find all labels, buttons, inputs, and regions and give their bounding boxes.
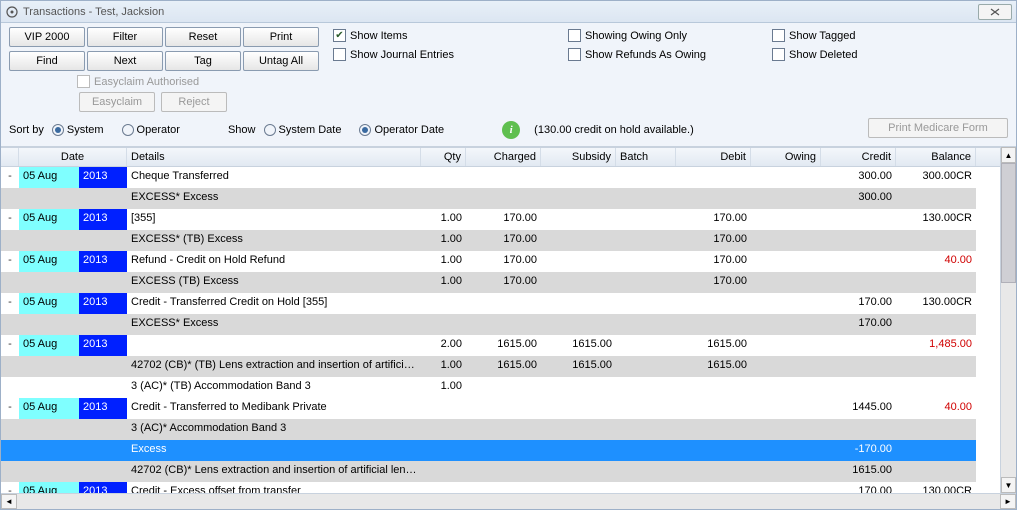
scroll-down-icon[interactable]: ▼ <box>1001 477 1016 493</box>
col-batch[interactable]: Batch <box>616 148 676 166</box>
col-charged[interactable]: Charged <box>466 148 541 166</box>
show-label: Show <box>228 124 256 136</box>
sort-operator-radio[interactable]: Operator <box>122 124 180 136</box>
window-title: Transactions - Test, Jacksion <box>23 6 978 18</box>
show-refunds-check[interactable]: Show Refunds As Owing <box>568 48 706 61</box>
credit-hold-text: (130.00 credit on hold available.) <box>534 124 694 136</box>
table-row[interactable]: EXCESS* Excess300.00 <box>1 188 1000 209</box>
print-button[interactable]: Print <box>243 27 319 47</box>
col-debit[interactable]: Debit <box>676 148 751 166</box>
next-button[interactable]: Next <box>87 51 163 71</box>
table-row[interactable]: -05 Aug2013Cheque Transferred300.00300.0… <box>1 167 1000 188</box>
table-row[interactable]: EXCESS (TB) Excess1.00170.00170.00 <box>1 272 1000 293</box>
show-deleted-check[interactable]: Show Deleted <box>772 48 858 61</box>
col-qty[interactable]: Qty <box>421 148 466 166</box>
sortby-label: Sort by <box>9 124 44 136</box>
table-row[interactable]: 3 (AC)* Accommodation Band 3 <box>1 419 1000 440</box>
table-row[interactable]: EXCESS* (TB) Excess1.00170.00170.00 <box>1 230 1000 251</box>
scroll-right-icon[interactable]: ► <box>1000 494 1016 509</box>
col-balance[interactable]: Balance <box>896 148 976 166</box>
untag-all-button[interactable]: Untag All <box>243 51 319 71</box>
col-owing[interactable]: Owing <box>751 148 821 166</box>
table-row[interactable]: -05 Aug2013Credit - Transferred Credit o… <box>1 293 1000 314</box>
app-icon <box>5 5 19 19</box>
toolbar: VIP 2000 Filter Reset Print Find Next Ta… <box>1 23 1016 116</box>
table-row[interactable]: 42702 (CB)* (TB) Lens extraction and ins… <box>1 356 1000 377</box>
table-row[interactable]: -05 Aug2013 [355]1.00170.00170.00130.00C… <box>1 209 1000 230</box>
table-row[interactable]: -05 Aug2013Credit - Excess offset from t… <box>1 482 1000 493</box>
vertical-scrollbar[interactable]: ▲ ▼ <box>1000 147 1016 493</box>
transactions-grid[interactable]: Date Details Qty Charged Subsidy Batch D… <box>1 147 1000 493</box>
show-operatordate-radio[interactable]: Operator Date <box>359 124 444 136</box>
table-row[interactable]: Excess-170.00 <box>1 440 1000 461</box>
table-row[interactable]: 42702 (CB)* Lens extraction and insertio… <box>1 461 1000 482</box>
sort-bar: Sort by System Operator Show System Date… <box>1 116 1016 147</box>
sort-system-radio[interactable]: System <box>52 124 104 136</box>
filter-button[interactable]: Filter <box>87 27 163 47</box>
show-systemdate-radio[interactable]: System Date <box>264 124 342 136</box>
easyclaim-button: Easyclaim <box>79 92 155 112</box>
transactions-window: Transactions - Test, Jacksion VIP 2000 F… <box>0 0 1017 510</box>
print-medicare-button: Print Medicare Form <box>868 118 1008 138</box>
table-row[interactable]: EXCESS* Excess170.00 <box>1 314 1000 335</box>
tag-button[interactable]: Tag <box>165 51 241 71</box>
info-icon: i <box>502 121 520 139</box>
horizontal-scrollbar[interactable]: ◄ ► <box>1 493 1016 509</box>
find-button[interactable]: Find <box>9 51 85 71</box>
reject-button: Reject <box>161 92 227 112</box>
table-row[interactable]: 3 (AC)* (TB) Accommodation Band 31.00 <box>1 377 1000 398</box>
scroll-up-icon[interactable]: ▲ <box>1001 147 1016 163</box>
show-owing-check[interactable]: Showing Owing Only <box>568 29 706 42</box>
vip-button[interactable]: VIP 2000 <box>9 27 85 47</box>
close-button[interactable] <box>978 4 1012 20</box>
show-items-check[interactable]: ✔Show Items <box>333 29 454 42</box>
reset-button[interactable]: Reset <box>165 27 241 47</box>
table-row[interactable]: -05 Aug20132.001615.001615.001615.001,48… <box>1 335 1000 356</box>
easyclaim-auth-check: Easyclaim Authorised <box>77 75 227 88</box>
grid-header: Date Details Qty Charged Subsidy Batch D… <box>1 147 1000 167</box>
table-row[interactable]: -05 Aug2013Credit - Transferred to Medib… <box>1 398 1000 419</box>
col-details[interactable]: Details <box>127 148 421 166</box>
scroll-thumb[interactable] <box>1001 163 1016 283</box>
show-tagged-check[interactable]: Show Tagged <box>772 29 858 42</box>
col-credit[interactable]: Credit <box>821 148 896 166</box>
col-subsidy[interactable]: Subsidy <box>541 148 616 166</box>
table-row[interactable]: -05 Aug2013Refund - Credit on Hold Refun… <box>1 251 1000 272</box>
scroll-left-icon[interactable]: ◄ <box>1 494 17 509</box>
titlebar: Transactions - Test, Jacksion <box>1 1 1016 23</box>
col-date[interactable]: Date <box>19 148 127 166</box>
show-journal-check[interactable]: Show Journal Entries <box>333 48 454 61</box>
